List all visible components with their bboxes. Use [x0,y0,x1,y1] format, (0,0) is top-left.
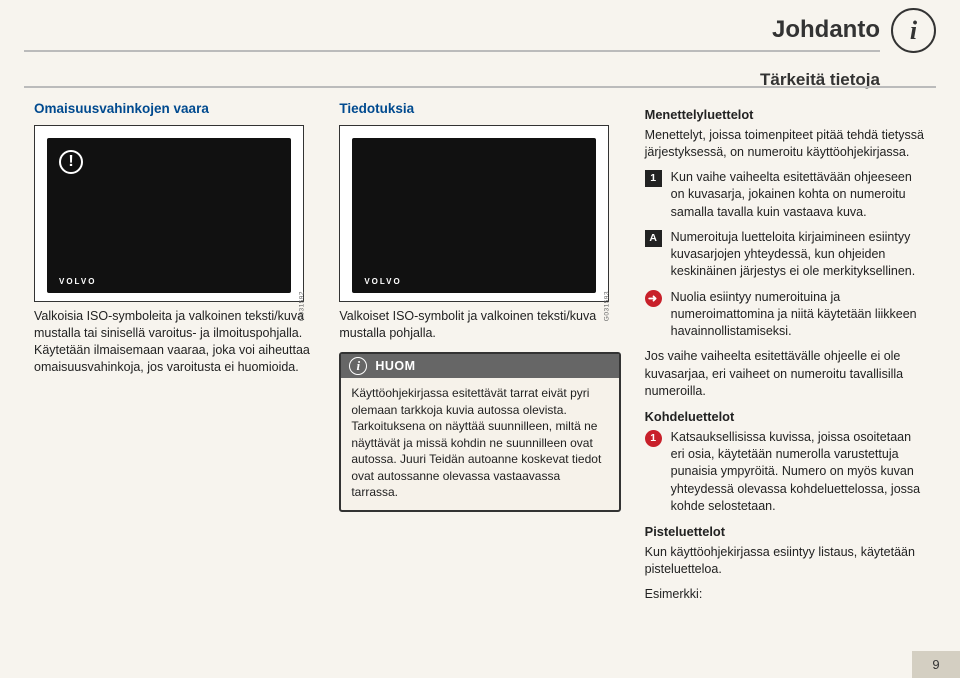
col1-heading: Omaisuusvahinkojen vaara [34,100,315,119]
warning-exclamation-icon: ! [59,150,83,174]
kohde-heading: Kohdeluettelot [645,408,926,426]
col3-after-para: Jos vaihe vaiheelta esitettävälle ohjeel… [645,348,926,400]
step-badge-square: A [645,230,662,247]
kohde-item-text: Katsauksellisissa kuvissa, joissa osoite… [671,429,926,515]
piste-heading: Pisteluettelot [645,523,926,541]
info-label-illustration: VOLVO G031593 [339,125,609,302]
chapter-title: Johdanto [772,16,880,44]
column-2: Tiedotuksia VOLVO G031593 Valkoiset ISO-… [339,100,620,611]
procedure-item-1: 1 Kun vaihe vaiheelta esitettävään ohjee… [645,169,926,221]
col3-heading: Menettelyluettelot [645,106,926,124]
col3-intro: Menettelyt, joissa toimenpiteet pitää te… [645,127,926,162]
procedure-item-text: Numeroituja luetteloita kirjaimineen esi… [671,229,926,281]
col2-heading: Tiedotuksia [339,100,620,119]
procedure-item-A: A Numeroituja luetteloita kirjaimineen e… [645,229,926,281]
note-box: i HUOM Käyttöohjekirjassa esitettävät ta… [339,352,620,512]
page-header: Johdanto i Tärkeitä tietoja [24,14,936,46]
info-icon: i [891,8,936,53]
step-badge-square: 1 [645,170,662,187]
content-columns: Omaisuusvahinkojen vaara ! VOLVO G031592… [34,100,926,611]
arrow-badge-icon [645,290,662,307]
note-info-icon: i [349,357,367,375]
header-divider [24,50,880,52]
warning-label-illustration: ! VOLVO G031592 [34,125,304,302]
piste-example-label: Esimerkki: [645,586,926,603]
note-header: i HUOM [341,354,618,378]
volvo-logo: VOLVO [364,276,401,287]
col1-caption: Valkoisia ISO-symboleita ja valkoinen te… [34,308,315,377]
col2-caption: Valkoiset ISO-symbolit ja valkoinen teks… [339,308,620,343]
procedure-item-arrow: Nuolia esiintyy numeroituina ja numeroim… [645,289,926,341]
manual-page: Johdanto i Tärkeitä tietoja Omaisuusvahi… [0,0,960,678]
red-circle-badge: 1 [645,430,662,447]
note-label: HUOM [375,358,415,375]
image-code: G031593 [603,291,612,321]
volvo-logo: VOLVO [59,276,96,287]
column-1: Omaisuusvahinkojen vaara ! VOLVO G031592… [34,100,315,611]
kohde-item: 1 Katsauksellisissa kuvissa, joissa osoi… [645,429,926,515]
procedure-item-text: Nuolia esiintyy numeroituina ja numeroim… [671,289,926,341]
image-code: G031592 [298,291,307,321]
note-body: Käyttöohjekirjassa esitettävät tarrat ei… [341,378,618,510]
procedure-item-text: Kun vaihe vaiheelta esitettävään ohjeese… [671,169,926,221]
piste-para: Kun käyttöohjekirjassa esiintyy listaus,… [645,544,926,579]
page-number: 9 [912,651,960,678]
column-3: Menettelyluettelot Menettelyt, joissa to… [645,100,926,611]
info-label-graphic: VOLVO [352,138,596,293]
warning-label-graphic: ! VOLVO [47,138,291,293]
section-divider [24,86,936,88]
